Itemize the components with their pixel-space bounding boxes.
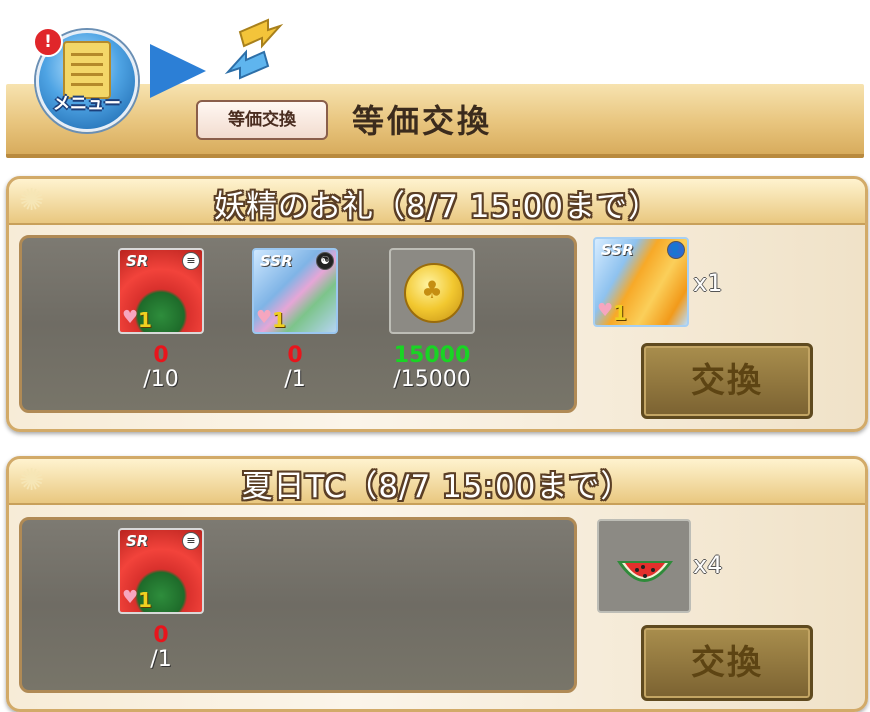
user-icon: 👤 bbox=[667, 241, 685, 259]
menu-label: メニュー bbox=[53, 94, 121, 114]
level-label: 1 bbox=[272, 308, 286, 332]
requirement-item[interactable]: SR ≡ ♥ 1 0 /10 bbox=[118, 248, 204, 392]
heart-icon: ♥ bbox=[122, 307, 139, 328]
energy-drink-card-icon: SSR 👤 ♥ 1 bbox=[593, 237, 689, 327]
card-header: ✺ 妖精のお礼（8/7 15:00まで） bbox=[9, 179, 865, 225]
reward-quantity: x1 bbox=[693, 269, 723, 297]
card-header: ✺ 夏日TC（8/7 15:00まで） bbox=[9, 459, 865, 505]
reward-quantity: x4 bbox=[693, 551, 723, 579]
level-label: 1 bbox=[613, 301, 627, 325]
rarity-label: SR bbox=[126, 252, 149, 270]
need-count: /10 bbox=[143, 367, 179, 392]
exchange-button[interactable]: 交換 bbox=[641, 343, 813, 419]
card-title: 妖精のお礼（8/7 15:00まで） bbox=[213, 189, 661, 225]
rarity-label: SR bbox=[126, 532, 149, 550]
exchange-card: ✺ 妖精のお礼（8/7 15:00まで） SR ≡ ♥ 1 0 /10 SSR … bbox=[6, 176, 868, 432]
heart-icon: ♥ bbox=[122, 587, 139, 608]
heart-icon: ♥ bbox=[256, 307, 273, 328]
have-count: 15000 bbox=[393, 343, 471, 368]
alert-badge: ! bbox=[33, 27, 63, 57]
requirement-item[interactable]: SSR ☯ ♥ 1 0 /1 bbox=[252, 248, 338, 392]
need-count: /15000 bbox=[393, 367, 471, 392]
exchange-button[interactable]: 交換 bbox=[641, 625, 813, 701]
card-title: 夏日TC（8/7 15:00まで） bbox=[241, 469, 633, 505]
need-count: /1 bbox=[284, 367, 306, 392]
requirements-panel: SR ≡ ♥ 1 0 /10 SSR ☯ ♥ 1 0 /1 ♣ 15000 /1… bbox=[19, 235, 577, 413]
rarity-label: SSR bbox=[601, 241, 634, 259]
have-count: 0 bbox=[287, 343, 303, 368]
requirement-item[interactable]: ♣ 15000 /15000 bbox=[376, 248, 488, 392]
card-type-icon: ≡ bbox=[182, 252, 200, 270]
reward-item[interactable] bbox=[597, 519, 693, 613]
level-label: 1 bbox=[138, 588, 152, 612]
tanzaku-card-icon: SSR ☯ ♥ 1 bbox=[252, 248, 338, 334]
arrow-right-icon bbox=[150, 44, 206, 98]
level-label: 1 bbox=[138, 308, 152, 332]
breadcrumb-chip: 等価交換 bbox=[196, 100, 328, 140]
menu-button[interactable]: ! メニュー bbox=[33, 27, 138, 132]
heart-icon: ♥ bbox=[597, 300, 614, 321]
reward-item[interactable]: SSR 👤 ♥ 1 bbox=[593, 237, 689, 327]
watermelon-slice-icon bbox=[597, 519, 691, 613]
exchange-card: ✺ 夏日TC（8/7 15:00まで） SR ≡ ♥ 1 0 /1 x4 交換 bbox=[6, 456, 868, 712]
watermelon-card-icon: SR ≡ ♥ 1 bbox=[118, 248, 204, 334]
gold-coin-icon: ♣ bbox=[389, 248, 475, 334]
watermelon-card-icon: SR ≡ ♥ 1 bbox=[118, 528, 204, 614]
have-count: 0 bbox=[153, 343, 169, 368]
page-title: 等価交換 bbox=[352, 102, 493, 140]
have-count: 0 bbox=[153, 623, 169, 648]
requirements-panel: SR ≡ ♥ 1 0 /1 bbox=[19, 517, 577, 693]
need-count: /1 bbox=[150, 647, 172, 672]
rarity-label: SSR bbox=[260, 252, 293, 270]
card-type-icon: ☯ bbox=[316, 252, 334, 270]
exchange-icon bbox=[224, 18, 284, 80]
requirement-item[interactable]: SR ≡ ♥ 1 0 /1 bbox=[118, 528, 204, 672]
watermelon-svg bbox=[617, 561, 673, 582]
card-type-icon: ≡ bbox=[182, 532, 200, 550]
